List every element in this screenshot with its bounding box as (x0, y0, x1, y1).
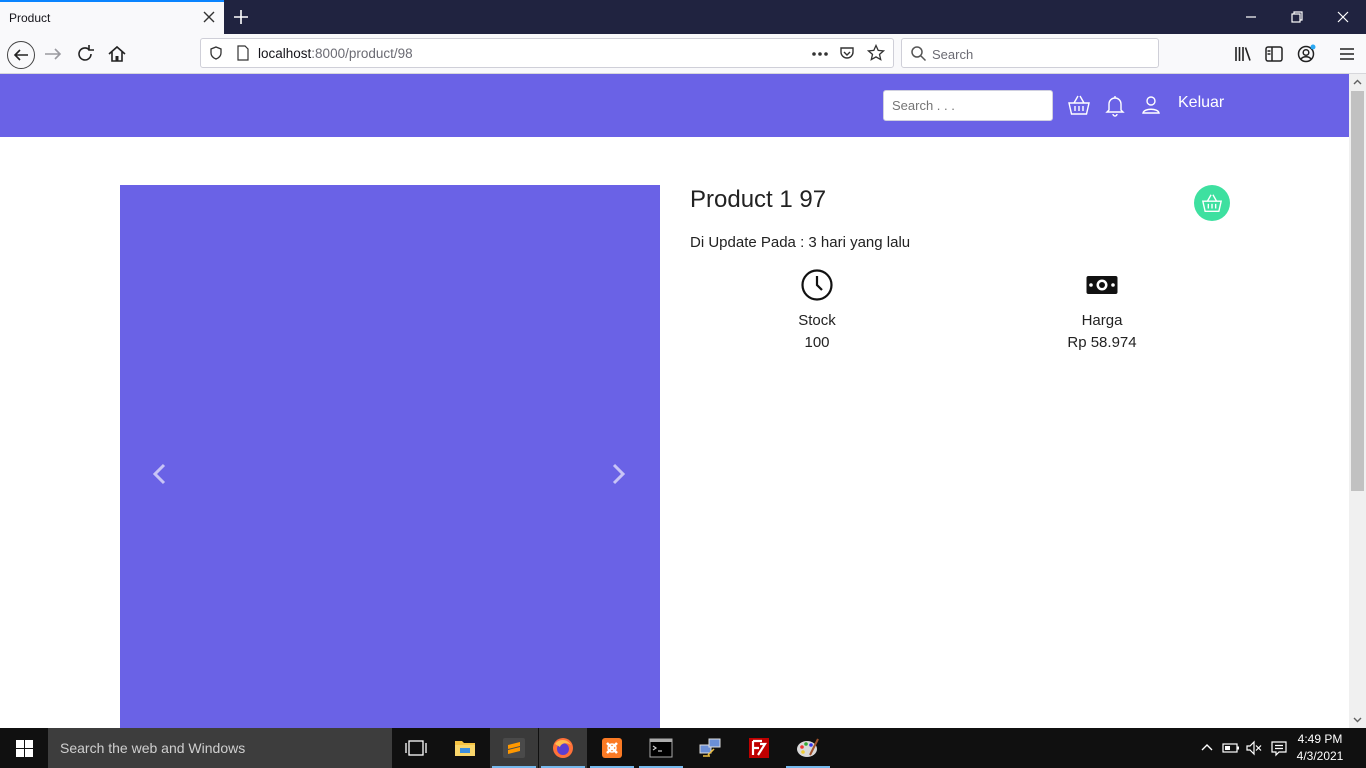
browser-toolbar: localhost:8000/product/98 Search (0, 34, 1366, 74)
carousel-next-icon[interactable] (608, 463, 628, 485)
tracking-shield-icon[interactable] (208, 45, 224, 61)
action-center-icon[interactable] (1270, 739, 1288, 757)
home-icon[interactable] (106, 43, 128, 65)
minimize-icon[interactable] (1242, 8, 1260, 26)
task-view-icon (405, 740, 427, 756)
taskbar-network-app[interactable] (686, 728, 734, 768)
browser-search-bar[interactable]: Search (901, 38, 1159, 68)
windows-logo-icon (16, 740, 33, 757)
clock-time: 4:49 PM (1297, 732, 1343, 746)
carousel-prev-icon[interactable] (150, 463, 170, 485)
taskbar-search-placeholder: Search the web and Windows (60, 740, 246, 756)
back-icon[interactable] (6, 40, 36, 70)
firefox-icon (553, 738, 573, 758)
task-view-button[interactable] (392, 728, 440, 768)
clock-icon (801, 269, 833, 301)
network-computers-icon (699, 738, 721, 757)
reload-icon[interactable] (74, 43, 96, 65)
stock-stat: Stock 100 (737, 268, 897, 351)
pocket-icon[interactable] (839, 45, 855, 61)
filezilla-icon (749, 738, 769, 758)
tab-title: Product (9, 11, 51, 25)
taskbar-firefox[interactable] (539, 728, 587, 768)
paint-palette-icon (797, 738, 819, 757)
page-icon (237, 45, 249, 61)
logout-link[interactable]: Keluar (1178, 94, 1224, 112)
bell-icon[interactable] (1103, 93, 1127, 117)
money-icon (1086, 276, 1118, 294)
url-bar[interactable]: localhost:8000/product/98 (200, 38, 894, 68)
restore-icon[interactable] (1288, 8, 1306, 26)
scroll-down-icon[interactable] (1353, 715, 1362, 724)
taskbar-search-box[interactable]: Search the web and Windows (48, 728, 392, 768)
browser-search-placeholder: Search (932, 47, 974, 62)
folder-icon (455, 741, 475, 756)
library-icon[interactable] (1232, 43, 1254, 65)
product-title: Product 1 97 (690, 186, 827, 213)
site-header: Keluar (0, 74, 1349, 137)
scrollbar-thumb[interactable] (1351, 91, 1364, 491)
bookmark-star-icon[interactable] (867, 44, 885, 62)
page-scrollbar[interactable] (1349, 74, 1366, 728)
price-value: Rp 58.974 (1067, 334, 1137, 351)
stock-label: Stock (798, 312, 836, 329)
browser-tab-product[interactable]: Product (0, 0, 224, 34)
taskbar-xampp[interactable] (588, 728, 636, 768)
page-actions-icon[interactable] (811, 46, 829, 62)
user-icon[interactable] (1139, 93, 1163, 117)
search-input[interactable] (883, 90, 1053, 121)
taskbar-command-prompt[interactable] (637, 728, 685, 768)
window-close-icon[interactable] (1334, 8, 1352, 26)
terminal-icon (649, 738, 673, 758)
xampp-icon (602, 738, 622, 758)
taskbar-clock[interactable]: 4:49 PM 4/3/2021 (1296, 731, 1344, 765)
show-hidden-icons-icon[interactable] (1198, 739, 1216, 757)
close-tab-icon[interactable] (202, 10, 216, 24)
clock-date: 4/3/2021 (1296, 749, 1344, 763)
basket-icon (1201, 194, 1223, 212)
sublime-text-icon (503, 738, 525, 758)
menu-icon[interactable] (1336, 43, 1358, 65)
browser-tab-strip: Product (0, 0, 1366, 34)
battery-icon[interactable] (1222, 739, 1240, 757)
windows-taskbar: Search the web and Windows 4:49 PM 4/3/2… (0, 728, 1366, 768)
search-icon (911, 46, 927, 62)
taskbar-filezilla[interactable] (735, 728, 783, 768)
volume-muted-icon[interactable] (1245, 739, 1263, 757)
price-stat: Harga Rp 58.974 (1022, 268, 1182, 351)
account-icon[interactable] (1295, 43, 1317, 65)
taskbar-sublime-text[interactable] (490, 728, 538, 768)
taskbar-file-explorer[interactable] (441, 728, 489, 768)
start-button[interactable] (0, 728, 48, 768)
price-label: Harga (1081, 312, 1123, 329)
new-tab-icon[interactable] (232, 8, 250, 26)
scroll-up-icon[interactable] (1353, 78, 1362, 87)
stock-value: 100 (804, 334, 830, 351)
sidebar-icon[interactable] (1263, 43, 1285, 65)
forward-icon[interactable] (42, 43, 64, 65)
basket-icon[interactable] (1067, 93, 1091, 117)
add-to-cart-button[interactable] (1194, 185, 1230, 221)
url-text[interactable]: localhost:8000/product/98 (258, 46, 413, 61)
taskbar-paint[interactable] (784, 728, 832, 768)
product-image-carousel (120, 185, 660, 728)
product-updated-text: Di Update Pada : 3 hari yang lalu (690, 234, 911, 251)
